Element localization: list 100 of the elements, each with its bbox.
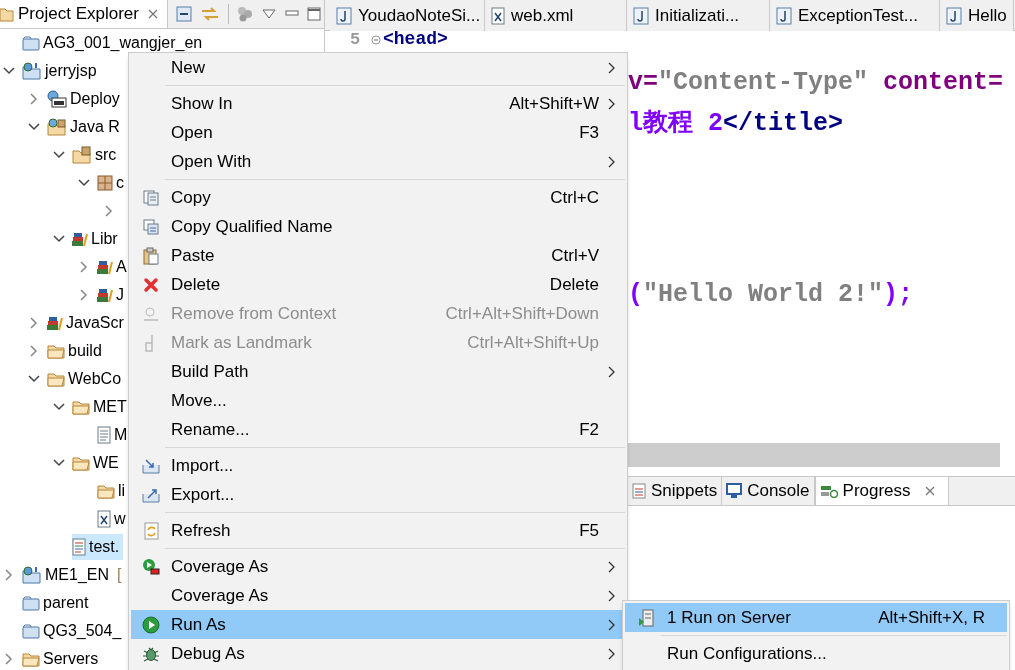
editor-tab[interactable]: Initializati... [627,0,770,31]
tree-item[interactable]: QG3_504_ [22,618,126,644]
copy-icon [143,189,159,206]
java-file-icon [946,6,962,25]
tree-item[interactable]: AG3_001_wangjer_en [22,30,207,56]
line-number: 5 [349,31,362,48]
tree-item[interactable]: WebCo [47,366,126,392]
editor-tab[interactable]: YoudaoNoteSi... [330,0,485,31]
tree-item[interactable]: Java R [47,114,124,140]
menu-item[interactable]: Delete Delete [131,270,625,299]
closed-project-icon [22,623,40,639]
delete-icon [143,276,159,293]
closed-project-icon [22,595,40,611]
folder-icon [47,371,65,387]
menu-item[interactable]: Import... [131,451,625,480]
tree-item[interactable]: src [72,142,121,168]
tree-item[interactable]: jerryjsp [22,58,101,84]
menu-item[interactable]: Move... [131,386,625,415]
panel-tab[interactable]: Progress [814,477,949,505]
export-icon [142,486,160,503]
menu-item[interactable]: Paste Ctrl+V [131,241,625,270]
import-icon [142,457,160,474]
menu-item[interactable]: Rename... F2 [131,415,625,444]
library-icon [47,315,63,331]
web-file-icon [72,538,86,556]
tree-item[interactable]: MET [72,394,131,420]
folder-icon [97,483,115,499]
maximize-icon [306,6,321,21]
project-folder-icon [22,566,42,584]
tree-item[interactable]: Servers [22,646,103,670]
java-file-icon [776,6,792,25]
xml-file-icon [97,510,111,528]
tree-item[interactable]: Libr [72,226,122,252]
code-line: l教程 2</title> [628,107,844,140]
folder-icon [72,455,90,471]
deployment-icon [47,90,67,108]
run-icon [142,615,160,634]
menu-item: Remove from Context Ctrl+Alt+Shift+Down [131,299,625,328]
coverage-icon [142,557,160,576]
java-file-icon [633,6,649,25]
tree-item[interactable]: li [97,478,130,504]
tree-item[interactable]: J [97,282,128,308]
menu-item[interactable]: Open With [131,147,625,176]
code-line: <head> [383,31,448,48]
source-folder-icon [72,146,92,164]
menu-item[interactable]: Run As [131,610,625,639]
menu-item[interactable]: 1 Run on Server Alt+Shift+X, R [625,603,1007,632]
code-line: v="Content-Type" content= [628,66,1004,99]
xml-file-icon [491,6,505,25]
collapse-all-icon [175,5,192,22]
text-file-icon [97,426,111,444]
close-icon [923,485,936,497]
snippets-icon [632,483,646,499]
menu-item[interactable]: Copy Qualified Name [131,212,625,241]
folder-icon [72,399,90,415]
folder-icon [0,5,14,22]
menu-item[interactable]: Show In Alt+Shift+W [131,89,625,118]
menu-item[interactable]: Copy Ctrl+C [131,183,625,212]
tree-item[interactable]: build [47,338,106,364]
tree-item[interactable]: WE [72,450,123,476]
tree-item[interactable]: parent [22,590,93,616]
collapse-fold-icon[interactable] [371,35,381,45]
view-menu-icon [260,7,277,20]
close-icon [146,7,159,20]
tree-item[interactable]: M [97,422,132,448]
view-tab[interactable]: Project Explorer [0,0,168,28]
java-file-icon [336,6,352,25]
tree-item[interactable]: test. [72,534,124,560]
menu-item[interactable]: Refresh F5 [131,516,625,545]
tree-item[interactable]: JavaScr [47,310,128,336]
folder-icon [22,651,40,667]
closed-project-icon [22,35,40,51]
menu-item[interactable]: New [131,53,625,82]
editor-tab[interactable]: web.xml [485,0,627,31]
server-run-icon [638,608,654,627]
console-icon [726,483,743,499]
menu-item[interactable]: Run Configurations... [625,639,1007,668]
tree-item[interactable]: A [97,254,131,280]
menu-item[interactable]: Build Path [131,357,625,386]
tree-item[interactable]: c [97,170,128,196]
menu-item[interactable]: Export... [131,480,625,509]
tree-item[interactable]: Deploy [47,86,124,112]
project-folder-icon [22,62,42,80]
tree-item[interactable]: ME1_EN [ [22,562,126,588]
menu-item: Mark as Landmark Ctrl+Alt+Shift+Up [131,328,625,357]
editor-tab[interactable]: ExceptionTest... [770,0,940,31]
remove-icon [143,305,159,322]
editor-tab[interactable]: Hello [940,0,1014,31]
resources-icon [47,118,67,136]
menu-item[interactable]: Coverage As [131,552,625,581]
library-icon [72,231,88,247]
copy-name-icon [143,218,159,235]
menu-item[interactable]: Open F3 [131,118,625,147]
menu-item[interactable]: Debug As [131,639,625,668]
paste-icon [143,246,159,265]
tree-item[interactable]: w [97,506,130,532]
library-icon [97,259,113,275]
library-icon [97,287,113,303]
code-line: ("Hello World 2!"); [628,278,914,311]
package-icon [97,175,113,191]
